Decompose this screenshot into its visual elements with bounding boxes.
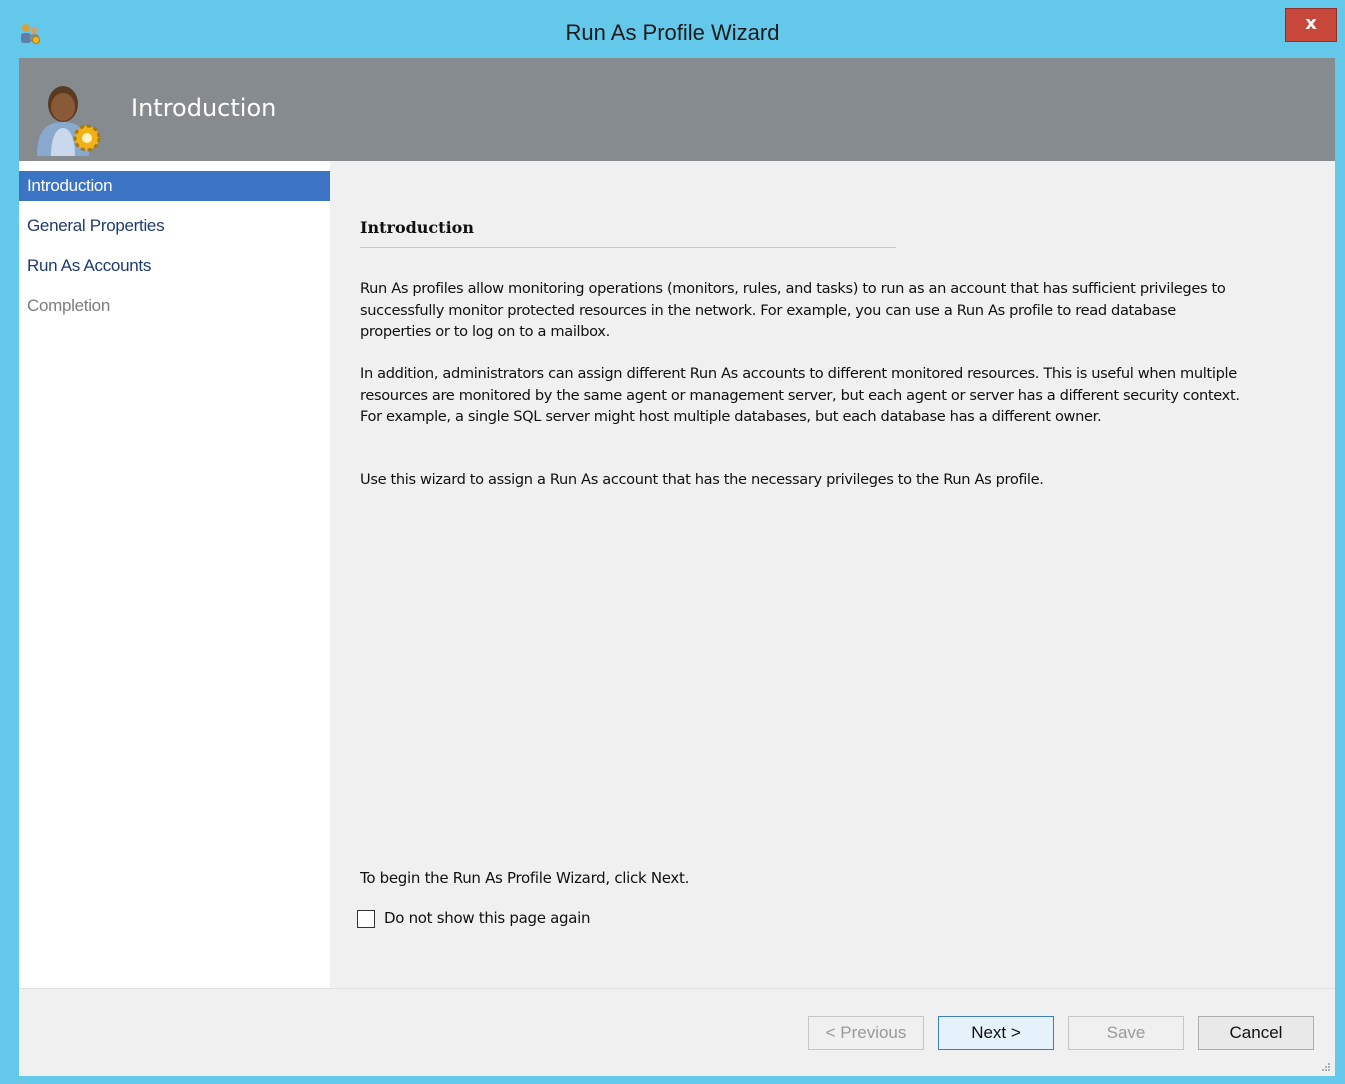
do-not-show-checkbox[interactable]	[357, 910, 375, 928]
sidebar-item-run-as-accounts[interactable]: Run As Accounts	[19, 251, 330, 281]
next-button[interactable]: Next >	[938, 1016, 1054, 1050]
section-divider	[360, 247, 896, 248]
close-button[interactable]: x	[1285, 8, 1337, 42]
wizard-header: Introduction	[19, 58, 1335, 161]
do-not-show-label[interactable]: Do not show this page again	[384, 909, 591, 927]
intro-paragraph-3: Use this wizard to assign a Run As accou…	[360, 471, 1044, 488]
window-title: Run As Profile Wizard	[565, 20, 780, 45]
intro-paragraph-2: In addition, administrators can assign d…	[360, 365, 1240, 425]
wizard-footer: < Previous Next > Save Cancel	[19, 988, 1335, 1076]
sidebar-item-general-properties[interactable]: General Properties	[19, 211, 330, 241]
intro-paragraph-1: Run As profiles allow monitoring operati…	[360, 280, 1226, 340]
begin-instruction: To begin the Run As Profile Wizard, clic…	[360, 869, 690, 887]
sidebar-item-completion: Completion	[27, 296, 110, 315]
sidebar-item-introduction[interactable]: Introduction	[19, 171, 330, 201]
previous-button[interactable]: < Previous	[808, 1016, 924, 1050]
section-title: Introduction	[360, 218, 474, 237]
cancel-button[interactable]: Cancel	[1198, 1016, 1314, 1050]
wizard-steps-sidebar: Introduction General Properties Run As A…	[19, 161, 330, 988]
user-gear-avatar-icon	[37, 86, 101, 156]
resize-grip-icon[interactable]	[1321, 1062, 1331, 1072]
save-button[interactable]: Save	[1068, 1016, 1184, 1050]
title-bar[interactable]: Run As Profile Wizard x	[0, 0, 1345, 58]
wizard-window: Run As Profile Wizard x Introduction Int…	[0, 0, 1345, 1084]
wizard-content: Introduction Run As profiles allow monit…	[330, 161, 1335, 988]
header-title: Introduction	[131, 94, 277, 122]
